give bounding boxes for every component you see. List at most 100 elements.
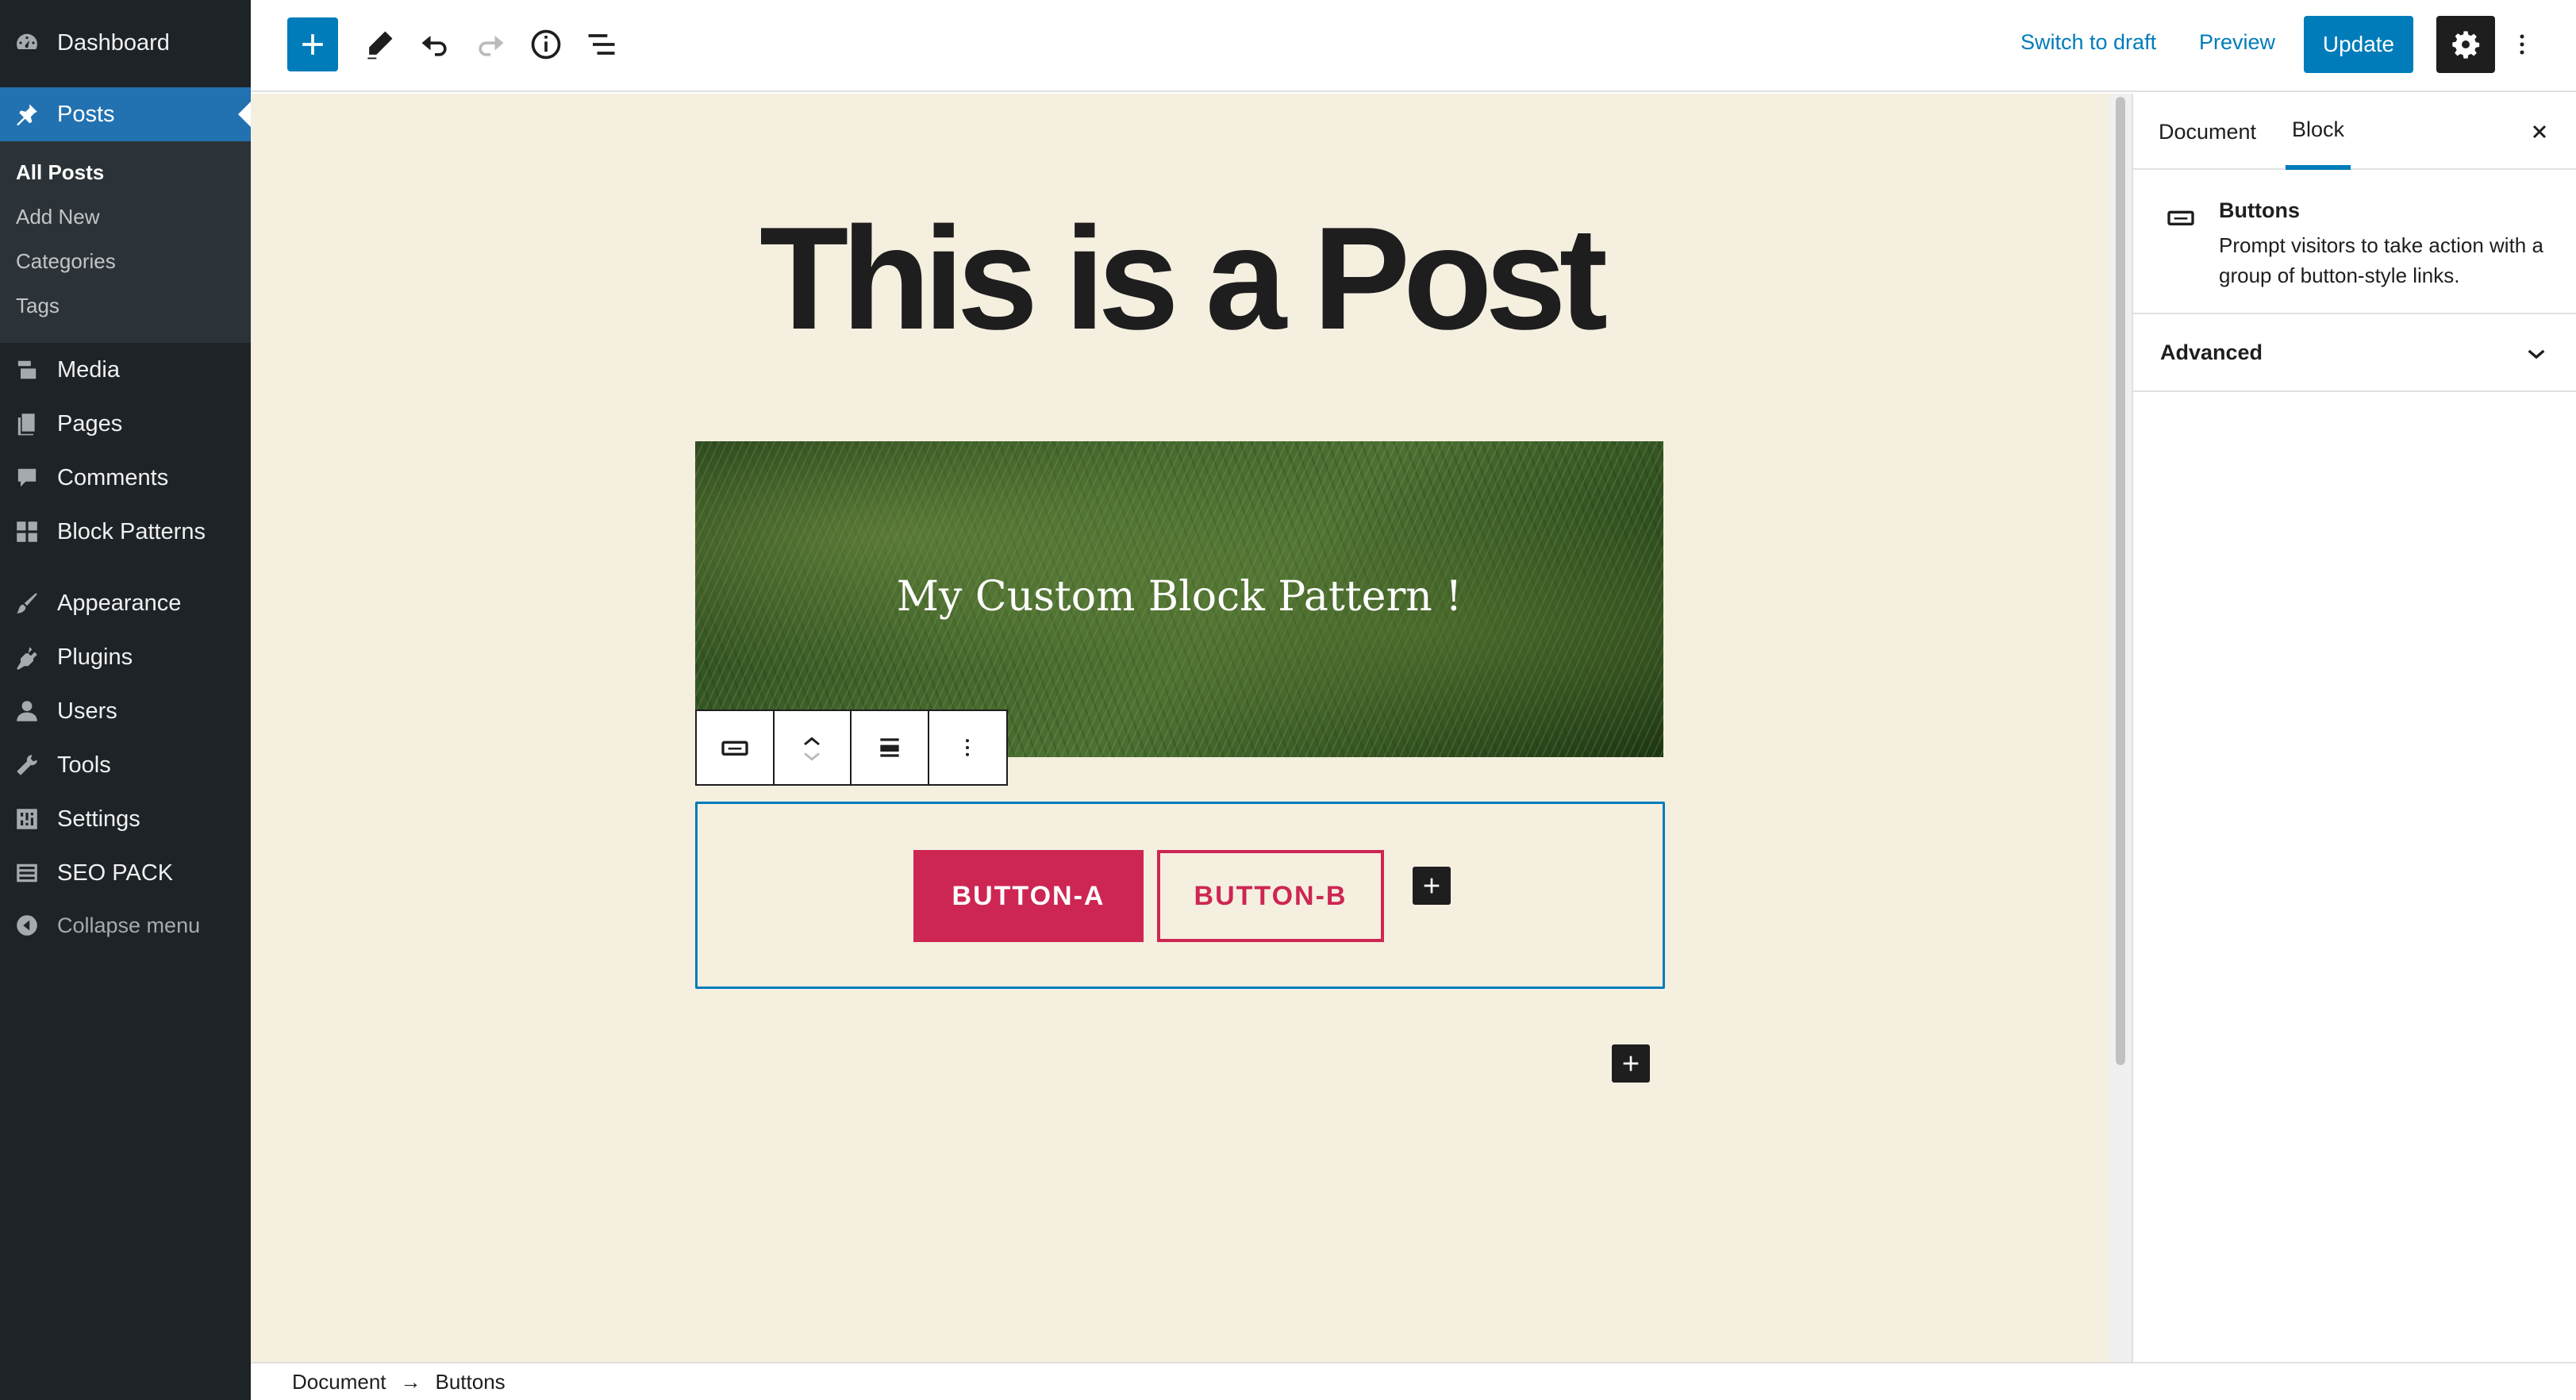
preview-button[interactable]: Preview — [2199, 30, 2275, 55]
move-block-buttons[interactable] — [775, 711, 852, 784]
list-view-button[interactable] — [576, 17, 627, 71]
move-up-down-icon — [804, 737, 821, 761]
align-center-icon — [880, 738, 899, 757]
menu-item-appearance[interactable]: Appearance — [0, 576, 251, 630]
update-button[interactable]: Update — [2304, 16, 2413, 73]
block-more-options-button[interactable] — [929, 711, 1007, 784]
vertical-ellipsis-icon — [966, 739, 970, 756]
gear-icon — [2452, 31, 2480, 59]
switch-to-draft-button[interactable]: Switch to draft — [2020, 30, 2156, 55]
close-icon — [2532, 125, 2547, 139]
breadcrumb-buttons[interactable]: Buttons — [436, 1370, 506, 1394]
menu-item-media[interactable]: Media — [0, 343, 251, 397]
post-title[interactable]: This is a Post — [251, 205, 2109, 351]
block-card-description: Prompt visitors to take action with a gr… — [2219, 233, 2543, 287]
redo-icon — [479, 36, 504, 56]
info-icon — [531, 29, 561, 60]
buttons-block[interactable]: BUTTON-A BUTTON-B — [695, 802, 1665, 989]
submenu-tags[interactable]: Tags — [16, 294, 60, 318]
advanced-panel-toggle[interactable]: Advanced — [2133, 314, 2576, 392]
block-toolbar — [695, 710, 1008, 786]
comment-icon — [13, 463, 41, 492]
pin-icon — [13, 100, 41, 129]
align-button[interactable] — [852, 711, 929, 784]
menu-item-label: Users — [57, 698, 117, 724]
plus-icon — [1424, 878, 1440, 894]
menu-item-comments[interactable]: Comments — [0, 451, 251, 505]
redo-button[interactable] — [465, 17, 516, 71]
undo-icon — [421, 36, 447, 56]
dashboard-icon — [13, 29, 41, 57]
collapse-menu-button[interactable]: Collapse menu — [0, 898, 251, 952]
collapse-icon — [13, 911, 41, 940]
plus-icon — [302, 34, 323, 55]
submenu-categories[interactable]: Categories — [16, 249, 116, 274]
button-a[interactable]: BUTTON-A — [913, 850, 1144, 942]
pencil-icon — [367, 31, 393, 60]
collapse-menu-label: Collapse menu — [57, 913, 201, 937]
vertical-ellipsis-icon — [2520, 34, 2524, 55]
cover-text[interactable]: My Custom Block Pattern ! — [695, 573, 1663, 621]
menu-item-label: Settings — [57, 806, 140, 832]
block-card: Buttons Prompt visitors to take action w… — [2133, 170, 2576, 314]
media-icon — [13, 356, 41, 384]
inner-block-appender-button[interactable] — [1413, 867, 1451, 905]
menu-item-tools[interactable]: Tools — [0, 738, 251, 792]
menu-item-label: Plugins — [57, 644, 133, 670]
editor-header: Switch to draft Preview Update — [251, 0, 2576, 92]
list-icon — [13, 859, 41, 887]
sidebar-tabs: Document Block — [2133, 94, 2576, 170]
plugin-icon — [13, 643, 41, 671]
list-view-icon — [588, 34, 615, 55]
tools-button[interactable] — [354, 17, 405, 71]
scrollbar-thumb[interactable] — [2116, 97, 2125, 1065]
panel-title: Advanced — [2160, 340, 2263, 364]
admin-menu: Dashboard Posts All Posts Add New Catego… — [0, 0, 251, 1400]
canvas-scrollbar[interactable] — [2109, 94, 2132, 1362]
menu-item-label: Appearance — [57, 590, 182, 616]
close-sidebar-button[interactable] — [2522, 114, 2557, 149]
menu-item-label: Comments — [57, 464, 169, 490]
menu-item-users[interactable]: Users — [0, 684, 251, 738]
plus-icon — [1623, 1056, 1639, 1071]
submenu-add-new[interactable]: Add New — [16, 205, 100, 229]
menu-item-settings[interactable]: Settings — [0, 792, 251, 846]
menu-item-label: Posts — [57, 101, 115, 127]
grid-icon — [13, 517, 41, 546]
chevron-down-icon — [2528, 349, 2545, 360]
tab-block[interactable]: Block — [2286, 94, 2351, 170]
user-icon — [13, 697, 41, 725]
menu-item-pages[interactable]: Pages — [0, 397, 251, 451]
tab-document[interactable]: Document — [2159, 94, 2256, 170]
menu-item-dashboard[interactable]: Dashboard — [0, 16, 251, 70]
block-inserter-button[interactable] — [287, 17, 338, 71]
menu-item-label: SEO PACK — [57, 860, 174, 886]
settings-button[interactable] — [2436, 16, 2495, 73]
brush-icon — [13, 589, 41, 617]
breadcrumb-document[interactable]: Document — [292, 1370, 386, 1394]
menu-item-label: Block Patterns — [57, 518, 206, 544]
default-block-appender-button[interactable] — [1612, 1044, 1650, 1083]
page-icon — [13, 410, 41, 438]
menu-item-block-patterns[interactable]: Block Patterns — [0, 505, 251, 559]
submenu-all-posts[interactable]: All Posts — [16, 160, 104, 185]
menu-item-posts[interactable]: Posts — [0, 87, 251, 141]
button-b[interactable]: BUTTON-B — [1157, 850, 1384, 942]
undo-button[interactable] — [409, 17, 460, 71]
editor-canvas: This is a Post My Custom Block Pattern !… — [251, 94, 2109, 1362]
block-type-button[interactable] — [697, 711, 775, 784]
menu-item-label: Tools — [57, 752, 111, 778]
menu-item-seo-pack[interactable]: SEO PACK — [0, 846, 251, 900]
settings-icon — [13, 805, 41, 833]
more-options-button[interactable] — [2506, 21, 2538, 68]
menu-item-label: Media — [57, 356, 120, 383]
menu-item-plugins[interactable]: Plugins — [0, 630, 251, 684]
wrench-icon — [13, 751, 41, 779]
breadcrumb: Document → Buttons — [251, 1362, 2576, 1400]
settings-sidebar: Document Block Buttons Prompt visitors t… — [2132, 94, 2576, 1362]
buttons-block-icon — [721, 740, 748, 756]
arrow-right-icon: → — [400, 1369, 421, 1394]
details-button[interactable] — [521, 17, 571, 71]
menu-item-label: Pages — [57, 410, 123, 437]
block-card-title: Buttons — [2219, 198, 2300, 222]
